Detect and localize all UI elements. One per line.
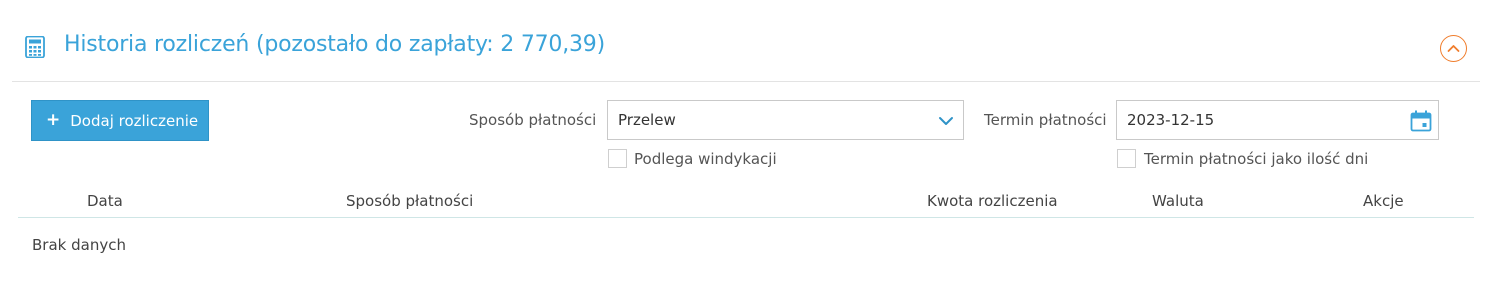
column-header-date: Data <box>87 192 123 210</box>
calculator-icon <box>24 35 46 59</box>
column-header-payment-method: Sposób płatności <box>346 192 474 210</box>
payment-term-input[interactable]: 2023-12-15 <box>1116 100 1439 140</box>
calendar-icon[interactable] <box>1410 110 1432 132</box>
payment-method-label: Sposób płatności <box>469 111 597 129</box>
column-header-currency: Waluta <box>1152 192 1204 210</box>
payment-method-value: Przelew <box>618 111 676 129</box>
term-as-days-checkbox[interactable] <box>1117 149 1136 168</box>
column-header-amount: Kwota rozliczenia <box>927 192 1058 210</box>
panel-title: Historia rozliczeń (pozostało do zapłaty… <box>64 32 605 57</box>
chevron-down-icon <box>939 117 953 125</box>
payment-term-label: Termin płatności <box>984 111 1107 129</box>
empty-table-message: Brak danych <box>32 236 126 254</box>
panel-header: Historia rozliczeń (pozostało do zapłaty… <box>12 14 1480 82</box>
collection-checkbox[interactable] <box>608 149 627 168</box>
add-settlement-label: Dodaj rozliczenie <box>70 111 199 130</box>
collapse-button[interactable] <box>1440 35 1467 62</box>
add-settlement-button[interactable]: + Dodaj rozliczenie <box>31 100 209 141</box>
payment-method-select[interactable]: Przelew <box>607 100 964 140</box>
term-as-days-label: Termin płatności jako ilość dni <box>1144 150 1369 168</box>
column-header-actions: Akcje <box>1363 192 1404 210</box>
chevron-up-icon <box>1447 45 1460 52</box>
plus-icon: + <box>46 110 61 130</box>
payment-term-value: 2023-12-15 <box>1127 111 1215 129</box>
table-header: Data Sposób płatności Kwota rozliczenia … <box>18 186 1474 218</box>
collection-label: Podlega windykacji <box>634 150 777 168</box>
